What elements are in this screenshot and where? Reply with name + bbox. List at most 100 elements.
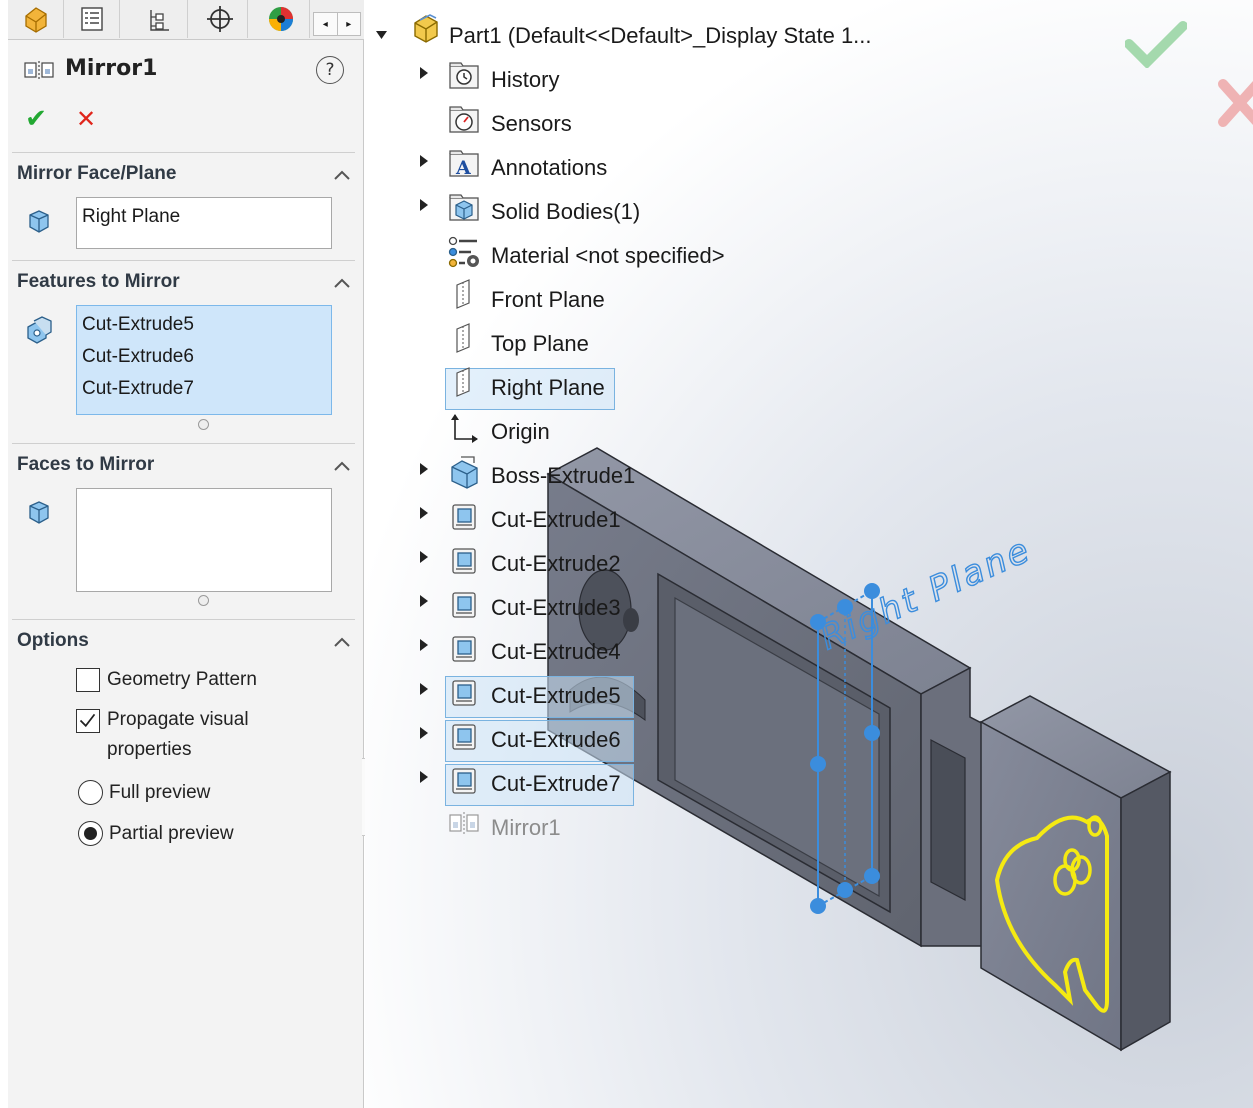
graphics-area[interactable]: Right Plane Part1 (Default<<Default>_Dis… — [365, 0, 1253, 1108]
tree-item-label[interactable]: Top Plane — [491, 324, 589, 364]
plane-icon — [456, 367, 470, 397]
property-manager-icon — [80, 7, 103, 31]
tree-item-label[interactable]: Boss-Extrude1 — [491, 456, 635, 496]
tree-item-label[interactable]: Annotations — [491, 148, 607, 188]
features-selection-list[interactable]: Cut-Extrude5 Cut-Extrude6 Cut-Extrude7 — [76, 305, 332, 415]
propagate-visual-label: Propagate visual — [107, 709, 249, 730]
cut-extrude-icon — [452, 768, 476, 794]
divider — [12, 443, 355, 444]
geometry-pattern-checkbox[interactable] — [76, 668, 100, 692]
tree-root-label[interactable]: Part1 (Default<<Default>_Display State 1… — [449, 16, 872, 56]
mirror-face-selection-box[interactable]: Right Plane — [76, 197, 332, 249]
tab-display-manager[interactable] — [252, 0, 310, 38]
chevron-up-icon[interactable] — [332, 276, 352, 290]
chevron-up-icon[interactable] — [332, 459, 352, 473]
list-resize-handle[interactable] — [198, 419, 209, 430]
mirror-face-value: Right Plane — [82, 206, 181, 227]
sensors-icon — [449, 106, 479, 133]
solid-bodies-icon — [449, 194, 479, 221]
cut-extrude-icon — [452, 724, 476, 750]
tab-scroll-right-button[interactable]: ▸ — [336, 13, 361, 35]
cut-extrude-icon — [452, 680, 476, 706]
expand-arrow-icon[interactable] — [419, 155, 429, 167]
list-item[interactable]: Cut-Extrude5 — [82, 309, 326, 341]
group-title-mirror-face[interactable]: Mirror Face/Plane — [17, 163, 176, 185]
manager-tabs: ◂ ▸ — [8, 0, 364, 40]
tab-configuration-manager[interactable] — [132, 0, 188, 38]
full-preview-radio[interactable] — [78, 780, 103, 805]
tree-item-label[interactable]: Solid Bodies(1) — [491, 192, 640, 232]
group-title-features[interactable]: Features to Mirror — [17, 271, 180, 293]
full-preview-label: Full preview — [109, 782, 211, 803]
tree-item-label[interactable]: Sensors — [491, 104, 572, 144]
material-icon — [448, 236, 479, 268]
tree-item-label[interactable]: Cut-Extrude4 — [491, 632, 621, 672]
faces-selection-list[interactable] — [76, 488, 332, 592]
origin-icon — [451, 414, 478, 443]
help-button[interactable]: ? — [316, 56, 344, 84]
list-item[interactable]: Cut-Extrude6 — [82, 341, 326, 373]
tab-scroll-buttons: ◂ ▸ — [313, 12, 361, 36]
cut-extrude-icon — [452, 548, 476, 574]
cut-extrude-icon — [452, 592, 476, 618]
expand-arrow-icon[interactable] — [419, 67, 429, 79]
group-title-faces[interactable]: Faces to Mirror — [17, 454, 154, 476]
divider — [12, 260, 355, 261]
list-resize-handle[interactable] — [198, 595, 209, 606]
feature-title: Mirror1 — [65, 56, 158, 81]
expand-arrow-icon[interactable] — [419, 727, 429, 739]
property-manager-panel: ◂ ▸ Mirror1 ? ✔ ✕ Mirror Face/Plane Righ… — [8, 0, 364, 1108]
tree-item-label[interactable]: Cut-Extrude7 — [491, 764, 621, 804]
collapse-arrow-icon[interactable] — [375, 30, 388, 40]
tree-item-label[interactable]: Right Plane — [491, 368, 605, 408]
tree-item-label[interactable]: Material <not specified> — [491, 236, 725, 276]
expand-arrow-icon[interactable] — [419, 551, 429, 563]
face-icon — [29, 501, 49, 524]
tab-dimxpert-manager[interactable] — [192, 0, 248, 38]
expand-arrow-icon[interactable] — [419, 463, 429, 475]
expand-arrow-icon[interactable] — [419, 639, 429, 651]
tab-scroll-left-button[interactable]: ◂ — [314, 13, 337, 35]
partial-preview-label: Partial preview — [109, 823, 234, 844]
ok-button[interactable]: ✔ — [22, 104, 50, 134]
tree-item-label[interactable]: Origin — [491, 412, 550, 452]
feature-tree: Part1 (Default<<Default>_Display State 1… — [365, 0, 1253, 1108]
tree-item-label[interactable]: Cut-Extrude5 — [491, 676, 621, 716]
checkmark-icon — [79, 713, 96, 728]
list-item[interactable]: Cut-Extrude7 — [82, 373, 326, 405]
propagate-visual-label-line2: properties — [107, 739, 192, 760]
display-manager-icon — [268, 7, 293, 31]
partial-preview-radio[interactable] — [78, 821, 103, 846]
plane-icon — [456, 279, 470, 309]
mirror-icon — [24, 61, 54, 79]
tree-item-label[interactable]: Cut-Extrude3 — [491, 588, 621, 628]
cancel-button[interactable]: ✕ — [72, 104, 100, 134]
tree-item-label[interactable]: Front Plane — [491, 280, 605, 320]
svg-text:A: A — [455, 157, 471, 179]
annotations-icon: A — [449, 150, 479, 179]
tree-item-label[interactable]: Cut-Extrude6 — [491, 720, 621, 760]
expand-arrow-icon[interactable] — [419, 199, 429, 211]
plane-icon — [456, 323, 470, 353]
tree-item-label[interactable]: Mirror1 — [491, 808, 561, 848]
expand-arrow-icon[interactable] — [419, 771, 429, 783]
configuration-manager-icon — [149, 10, 169, 31]
face-plane-icon — [29, 210, 49, 233]
expand-arrow-icon[interactable] — [419, 595, 429, 607]
propagate-visual-checkbox[interactable] — [76, 709, 100, 733]
tree-item-label[interactable]: Cut-Extrude1 — [491, 500, 621, 540]
tab-property-manager[interactable] — [64, 0, 120, 38]
mirror-icon — [449, 812, 479, 836]
expand-arrow-icon[interactable] — [419, 683, 429, 695]
property-manager-header: Mirror1 ? — [8, 48, 364, 92]
chevron-up-icon[interactable] — [332, 168, 352, 182]
history-icon — [449, 62, 479, 89]
chevron-up-icon[interactable] — [332, 635, 352, 649]
cut-extrude-icon — [452, 504, 476, 530]
tab-feature-manager[interactable] — [8, 0, 64, 38]
boss-extrude-icon — [451, 456, 478, 489]
expand-arrow-icon[interactable] — [419, 507, 429, 519]
tree-item-label[interactable]: History — [491, 60, 559, 100]
group-title-options[interactable]: Options — [17, 630, 89, 652]
tree-item-label[interactable]: Cut-Extrude2 — [491, 544, 621, 584]
